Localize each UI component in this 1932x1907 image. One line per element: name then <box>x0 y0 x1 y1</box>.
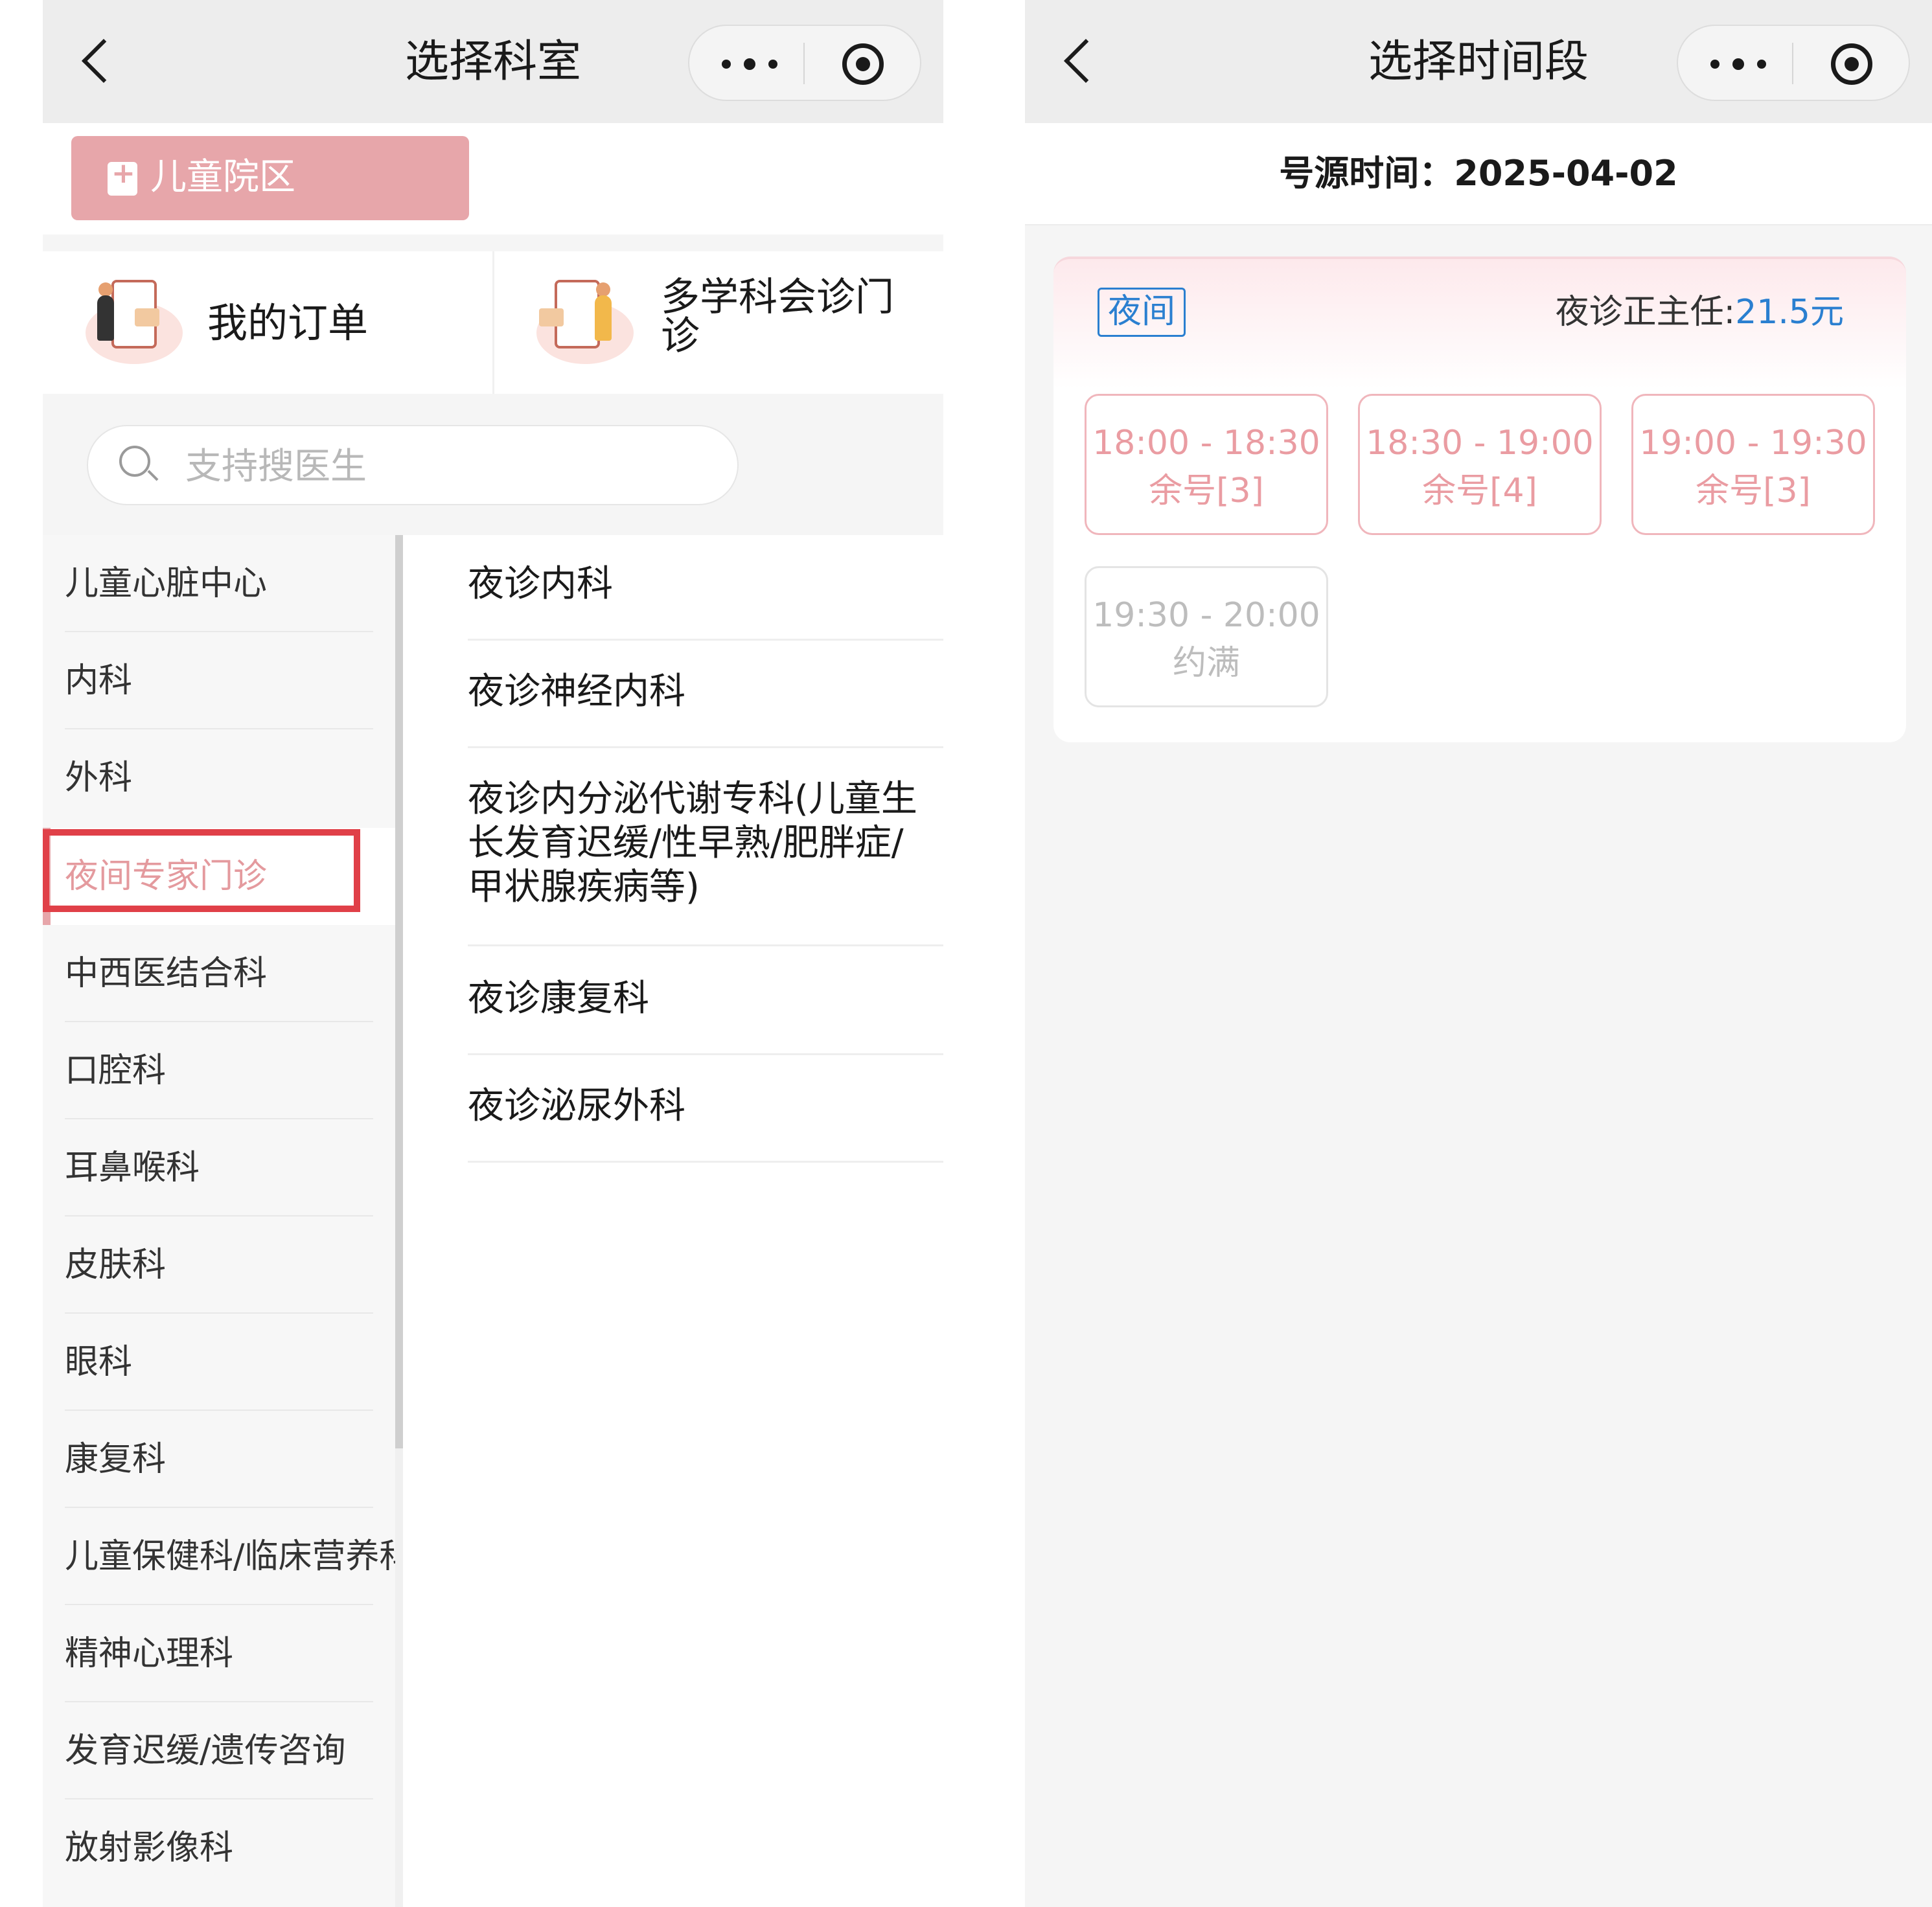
department-item[interactable]: 内科 <box>65 632 421 729</box>
time-slot-full: 19:30 - 20:00 约满 <box>1085 566 1328 707</box>
scrollbar-track <box>395 1448 403 1907</box>
time-slot[interactable]: 19:00 - 19:30 余号[3] <box>1631 394 1875 535</box>
mini-program-capsule <box>1677 25 1910 101</box>
divider <box>468 1053 943 1055</box>
sub-department-label: 夜诊泌尿外科 <box>468 1085 685 1127</box>
sub-department-label: 长发育迟缓/性早熟/肥胖症/ <box>468 822 904 864</box>
divider <box>468 639 943 641</box>
campus-button[interactable]: 儿童院区 <box>71 136 469 220</box>
campus-label: 儿童院区 <box>150 156 295 198</box>
fee-label: 夜诊正主任: <box>1555 293 1736 332</box>
mini-program-close-icon[interactable] <box>842 43 884 85</box>
quick-divider <box>492 251 494 394</box>
sub-department-label: 夜诊神经内科 <box>468 670 685 713</box>
search-icon <box>119 446 159 485</box>
slot-time: 19:00 - 19:30 <box>1639 424 1867 462</box>
slot-time: 18:30 - 19:00 <box>1366 424 1594 462</box>
sub-department-label: 甲状腺疾病等) <box>468 866 700 908</box>
quick-entries: 我的订单 多学科会诊门 诊 <box>43 251 943 394</box>
divider <box>468 1161 943 1163</box>
department-item[interactable]: 耳鼻喉科 <box>65 1119 421 1216</box>
period-tag: 夜间 <box>1098 288 1186 337</box>
search-bar[interactable] <box>87 425 739 505</box>
sub-department-list: 夜诊内科 夜诊神经内科 夜诊内分泌代谢专科(儿童生 长发育迟缓/性早熟/肥胖症/… <box>403 535 943 1907</box>
divider <box>468 944 943 946</box>
department-item[interactable]: 儿童保健科/临床营养科 <box>65 1508 421 1605</box>
department-item[interactable]: 发育迟缓/遗传咨询 <box>65 1702 421 1799</box>
slot-status: 余号[4] <box>1422 472 1537 510</box>
more-icon[interactable] <box>719 40 784 86</box>
department-item[interactable]: 口腔科 <box>65 1022 421 1119</box>
department-item[interactable]: 眼科 <box>65 1314 421 1411</box>
search-input[interactable] <box>184 440 705 492</box>
slot-status: 约满 <box>1172 644 1240 683</box>
department-item[interactable]: 康复科 <box>65 1411 421 1508</box>
department-item[interactable]: 放射影像科 <box>65 1799 421 1897</box>
department-screen: 选择科室 儿童院区 我的订单 多学科会诊 <box>43 0 943 1907</box>
nav-bar: 选择时间段 <box>1025 0 1932 123</box>
annotation-highlight-box <box>43 829 360 912</box>
sub-department-label: 夜诊康复科 <box>468 977 649 1020</box>
campus-bar: 儿童院区 <box>43 123 943 234</box>
source-date: 号源时间：2025-04-02 <box>1279 153 1678 194</box>
sub-department-label: 夜诊内分泌代谢专科(儿童生 <box>468 778 917 820</box>
more-icon[interactable] <box>1708 40 1773 86</box>
fee-value: 21.5元 <box>1735 293 1844 332</box>
department-item[interactable]: 儿童心脏中心 <box>65 535 421 632</box>
mdt-clinic-label-line1: 多学科会诊门 <box>661 275 894 320</box>
nav-bar: 选择科室 <box>43 0 943 123</box>
slot-status: 余号[3] <box>1149 472 1264 510</box>
sub-department-label: 夜诊内科 <box>468 563 613 605</box>
slot-status: 余号[3] <box>1696 472 1811 510</box>
mini-program-capsule <box>688 25 921 101</box>
department-list: 儿童心脏中心 内科 外科 夜间专家门诊 中西医结合科 口腔科 耳鼻喉科 皮肤科 … <box>43 535 413 1907</box>
consultation-illustration-icon <box>536 276 634 367</box>
department-item[interactable]: 外科 <box>65 729 421 827</box>
time-slot-screen: 选择时间段 号源时间：2025-04-02 夜间 夜诊正主任:21.5元 18:… <box>1025 0 1932 1907</box>
source-date-bar: 号源时间：2025-04-02 <box>1025 123 1932 225</box>
department-item[interactable]: 皮肤科 <box>65 1216 421 1314</box>
capsule-divider <box>803 43 805 84</box>
capsule-divider <box>1792 43 1793 84</box>
time-slot[interactable]: 18:30 - 19:00 余号[4] <box>1358 394 1602 535</box>
slot-time: 19:30 - 20:00 <box>1092 596 1320 635</box>
slot-time: 18:00 - 18:30 <box>1092 424 1320 462</box>
hospital-icon <box>108 157 137 196</box>
schedule-card: 夜间 夜诊正主任:21.5元 18:00 - 18:30 余号[3] 18:30… <box>1053 257 1906 742</box>
scrollbar[interactable] <box>395 535 403 1448</box>
my-orders-label: 我的订单 <box>207 299 369 347</box>
divider <box>468 746 943 748</box>
search-area <box>43 394 943 534</box>
mdt-clinic-label-line2: 诊 <box>661 314 700 359</box>
order-illustration-icon <box>86 276 183 367</box>
time-slot[interactable]: 18:00 - 18:30 余号[3] <box>1085 394 1328 535</box>
department-item[interactable]: 中西医结合科 <box>65 925 421 1022</box>
mini-program-close-icon[interactable] <box>1831 43 1872 85</box>
department-item[interactable]: 精神心理科 <box>65 1605 421 1702</box>
fee-info: 夜诊正主任:21.5元 <box>1556 288 1844 337</box>
